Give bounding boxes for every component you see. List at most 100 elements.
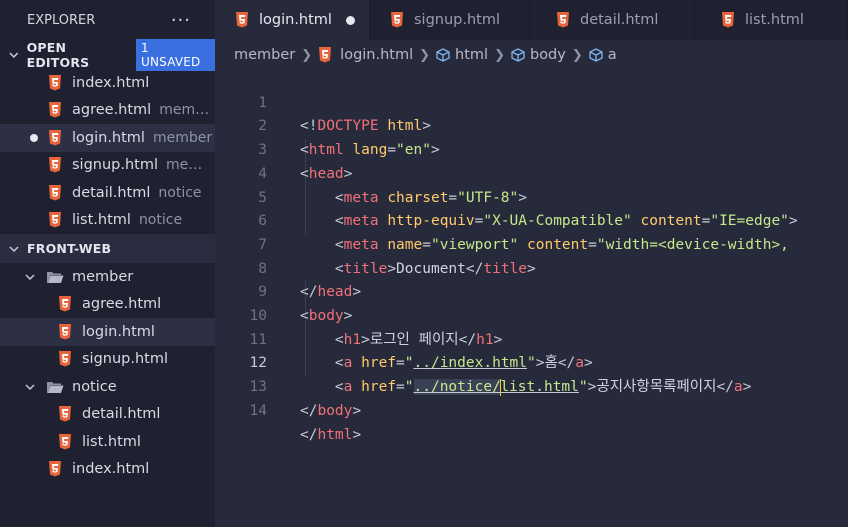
folder-member[interactable]: member [0, 263, 215, 291]
code-line: 6 <meta name="viewport" content="width=<… [215, 187, 848, 253]
html5-icon [49, 184, 61, 201]
tab-detail[interactable]: detail.html [530, 0, 695, 40]
file-folder: notice [158, 184, 202, 201]
file-name: agree.html [72, 102, 152, 119]
file-name: signup.html [82, 351, 169, 368]
file-name: list.html [72, 212, 131, 229]
open-editor-item[interactable]: detail.html notice [0, 179, 215, 207]
workspace-header[interactable]: FRONT-WEB [0, 234, 215, 263]
open-editor-item[interactable]: list.html notice [0, 207, 215, 235]
html5-icon [49, 129, 61, 146]
tab-login[interactable]: login.html [215, 0, 370, 40]
breadcrumb-element[interactable]: html [455, 47, 488, 63]
unsaved-badge: 1 UNSAVED [136, 38, 215, 71]
folder-notice[interactable]: notice [0, 373, 215, 401]
tab-label: detail.html [580, 12, 659, 28]
open-editor-item[interactable]: agree.html member [0, 97, 215, 125]
chevron-down-icon [25, 274, 35, 280]
workspace-title: FRONT-WEB [27, 241, 112, 256]
code-line-current: 12 <a href="../notice/list.html">공지사항목록페… [215, 329, 848, 396]
open-editor-item[interactable]: signup.html mem... [0, 152, 215, 180]
breadcrumb-file[interactable]: login.html [340, 47, 413, 63]
file-item-active[interactable]: login.html [0, 318, 215, 346]
html5-icon [59, 323, 71, 340]
code-editor[interactable]: 1 <!DOCTYPE html> 2 <html lang="en"> 3 <… [215, 68, 848, 527]
open-editors-title: OPEN EDITORS [26, 39, 90, 70]
html5-icon [49, 461, 61, 477]
file-name: detail.html [82, 406, 161, 423]
code-line: 2 <html lang="en"> [215, 92, 848, 158]
file-item[interactable]: agree.html [0, 291, 215, 319]
chevron-right-icon: ❯ [571, 47, 583, 63]
element-icon [436, 48, 450, 62]
chevron-down-icon [25, 384, 35, 390]
html5-icon [59, 406, 71, 422]
chevron-right-icon: ❯ [419, 47, 431, 63]
tab-label: signup.html [414, 12, 501, 28]
explorer-header: EXPLORER ··· [0, 0, 215, 40]
file-item[interactable]: signup.html [0, 346, 215, 374]
chevron-down-icon [9, 51, 19, 58]
folder-name: member [72, 268, 134, 285]
explorer-sidebar: EXPLORER ··· OPEN EDITORS 1 UNSAVED inde… [0, 0, 215, 527]
breadcrumb-folder[interactable]: member [234, 47, 295, 63]
code-line: 7 <title>Document</title> [215, 210, 848, 277]
unsaved-dot-icon[interactable] [345, 15, 355, 25]
tab-label: list.html [745, 12, 804, 28]
file-name: login.html [82, 323, 155, 340]
code-line: 11 <a href="../index.html">홈</a> [215, 305, 848, 372]
file-name: detail.html [72, 184, 151, 201]
editor-tabs: login.html signup.html detail.html list.… [215, 0, 848, 40]
file-name: login.html [72, 129, 145, 146]
open-editor-item[interactable]: index.html [0, 69, 215, 97]
file-item[interactable]: list.html [0, 428, 215, 456]
element-icon [511, 48, 525, 62]
code-line: 13 </body> [215, 352, 848, 419]
html5-icon [49, 74, 61, 91]
file-folder: member [159, 102, 215, 119]
file-folder: member [152, 129, 213, 146]
html5-icon [49, 212, 61, 228]
tab-list[interactable]: list.html [695, 0, 848, 40]
line-number: 14 [249, 402, 267, 419]
code-line: 9 <body> [215, 258, 848, 324]
folder-name: notice [72, 378, 117, 395]
tab-signup[interactable]: signup.html [370, 0, 530, 40]
open-editor-item-active[interactable]: login.html member [0, 124, 215, 152]
file-name: signup.html [72, 157, 159, 174]
code-line: 1 <!DOCTYPE html> [215, 68, 848, 135]
file-name: index.html [72, 74, 150, 91]
html5-icon [59, 296, 71, 312]
html5-icon [59, 433, 71, 450]
file-item[interactable]: detail.html [0, 401, 215, 429]
unsaved-dot-icon[interactable] [30, 133, 38, 142]
explorer-title: EXPLORER [27, 12, 96, 28]
file-item[interactable]: index.html [0, 456, 215, 484]
code-text: </html> [300, 426, 362, 443]
code-line: 14 </html> [215, 376, 848, 443]
chevron-right-icon: ❯ [301, 47, 313, 63]
file-name: agree.html [82, 296, 162, 313]
html5-icon [49, 157, 61, 173]
tab-label: login.html [259, 12, 332, 28]
breadcrumb-element[interactable]: a [608, 47, 617, 63]
code-line: 4 <meta charset="UTF-8"> [215, 139, 848, 206]
html5-icon [319, 47, 332, 63]
html5-icon [59, 351, 71, 367]
folder-open-icon [47, 381, 64, 393]
code-line: 10 <h1>로그인 페이지</h1> [215, 281, 848, 348]
open-editors-header[interactable]: OPEN EDITORS 1 UNSAVED [0, 38, 215, 71]
more-actions-icon[interactable]: ··· [171, 10, 191, 31]
code-line: 8 </head> [215, 234, 848, 301]
chevron-down-icon [9, 245, 19, 252]
breadcrumb-element[interactable]: body [530, 47, 566, 63]
folder-open-icon [47, 271, 64, 283]
element-icon [589, 48, 603, 62]
code-line: 5 <meta http-equiv="X-UA-Compatible" con… [215, 163, 848, 230]
html5-icon [557, 12, 569, 28]
file-name: list.html [82, 433, 141, 450]
file-name: index.html [72, 461, 150, 478]
breadcrumb: member ❯ login.html ❯ html ❯ body ❯ a [234, 42, 617, 68]
file-folder: mem... [166, 157, 215, 174]
html5-icon [391, 12, 403, 28]
